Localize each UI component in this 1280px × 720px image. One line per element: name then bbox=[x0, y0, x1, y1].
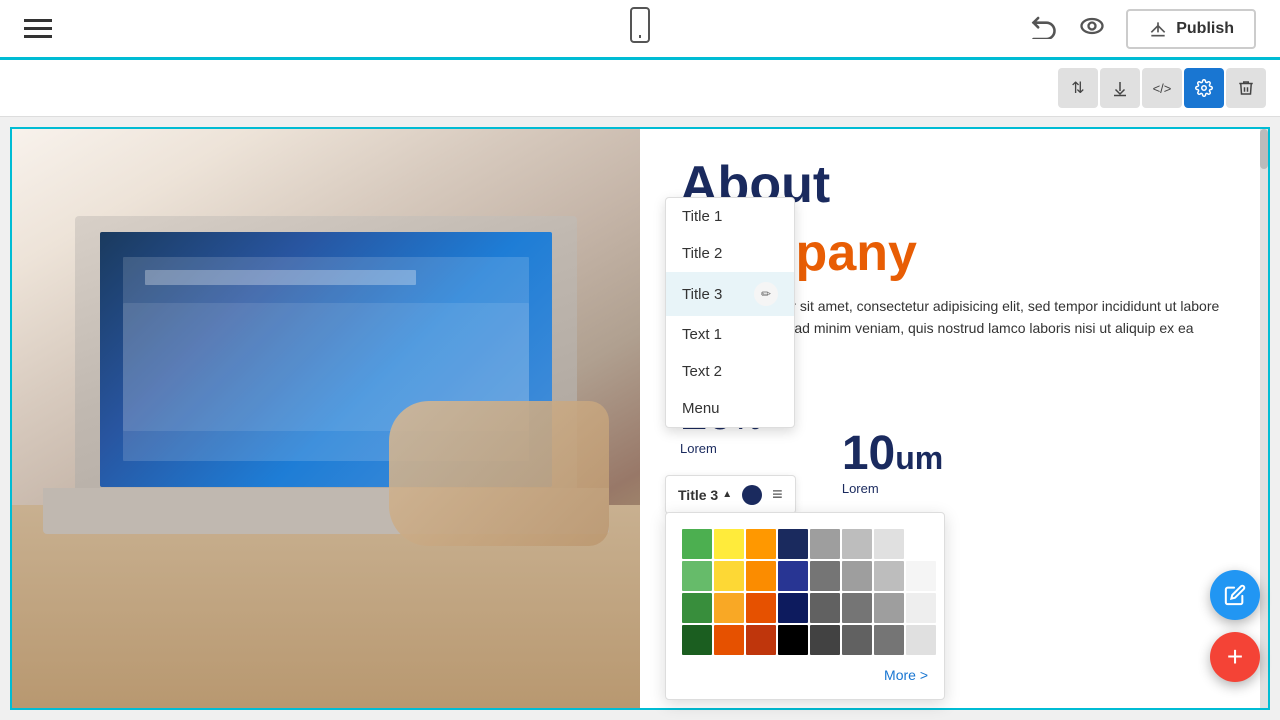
color-cell-23[interactable] bbox=[906, 593, 936, 623]
dropdown-label-menu: Menu bbox=[682, 400, 720, 417]
color-picker-panel: More > bbox=[665, 512, 945, 700]
color-cell-3[interactable] bbox=[778, 529, 808, 559]
dropdown-label-title3: Title 3 bbox=[682, 286, 722, 303]
stat-number-2: 10um bbox=[842, 426, 943, 481]
color-cell-28[interactable] bbox=[810, 625, 840, 655]
header: Publish bbox=[0, 0, 1280, 60]
download-button[interactable] bbox=[1100, 68, 1140, 108]
color-circle-button[interactable] bbox=[742, 485, 762, 505]
color-cell-12[interactable] bbox=[810, 561, 840, 591]
dropdown-item-title1[interactable]: Title 1 bbox=[666, 198, 794, 235]
publish-button[interactable]: Publish bbox=[1126, 9, 1256, 49]
color-cell-20[interactable] bbox=[810, 593, 840, 623]
color-cell-7[interactable] bbox=[906, 529, 936, 559]
caret-up-icon: ▲ bbox=[722, 489, 732, 500]
title3-bottom-toolbar: Title 3 ▲ ≡ bbox=[665, 475, 796, 514]
header-left bbox=[24, 19, 52, 38]
color-cell-30[interactable] bbox=[874, 625, 904, 655]
color-cell-15[interactable] bbox=[906, 561, 936, 591]
mobile-preview-icon[interactable] bbox=[625, 7, 655, 50]
about-section: About Company Lorem ipsum dolor sit amet… bbox=[12, 129, 1268, 708]
title3-selector[interactable]: Title 3 ▲ bbox=[678, 487, 732, 503]
color-cell-22[interactable] bbox=[874, 593, 904, 623]
main-area: About Company Lorem ipsum dolor sit amet… bbox=[0, 117, 1280, 720]
color-cell-6[interactable] bbox=[874, 529, 904, 559]
header-center bbox=[625, 7, 655, 50]
color-cell-16[interactable] bbox=[682, 593, 712, 623]
publish-label: Publish bbox=[1176, 20, 1234, 38]
color-cell-9[interactable] bbox=[714, 561, 744, 591]
preview-eye-icon[interactable] bbox=[1078, 12, 1106, 45]
element-toolbar: ⇅ </> bbox=[0, 60, 1280, 117]
color-cell-1[interactable] bbox=[714, 529, 744, 559]
color-cell-5[interactable] bbox=[842, 529, 872, 559]
dropdown-label-title1: Title 1 bbox=[682, 208, 722, 225]
scrollbar-thumb[interactable] bbox=[1260, 129, 1268, 169]
color-cell-19[interactable] bbox=[778, 593, 808, 623]
color-cell-18[interactable] bbox=[746, 593, 776, 623]
color-cell-25[interactable] bbox=[714, 625, 744, 655]
edit-pencil-icon[interactable]: ✏ bbox=[754, 282, 778, 306]
stat-label-2: Lorem bbox=[842, 481, 943, 496]
dropdown-label-text1: Text 1 bbox=[682, 326, 722, 343]
fab-add-button[interactable]: + bbox=[1210, 632, 1260, 682]
color-grid bbox=[682, 529, 928, 655]
scrollbar[interactable] bbox=[1260, 129, 1268, 708]
dropdown-label-text2: Text 2 bbox=[682, 363, 722, 380]
color-cell-24[interactable] bbox=[682, 625, 712, 655]
dropdown-item-title3[interactable]: Title 3 ✏ bbox=[666, 272, 794, 316]
selected-style-label: Title 3 bbox=[678, 487, 718, 503]
color-cell-21[interactable] bbox=[842, 593, 872, 623]
style-dropdown-menu: Title 1 Title 2 Title 3 ✏ Text 1 Text 2 … bbox=[665, 197, 795, 428]
canvas: About Company Lorem ipsum dolor sit amet… bbox=[10, 127, 1270, 710]
stat-label-1: Lorem bbox=[680, 441, 762, 456]
color-cell-14[interactable] bbox=[874, 561, 904, 591]
color-cell-26[interactable] bbox=[746, 625, 776, 655]
color-cell-31[interactable] bbox=[906, 625, 936, 655]
more-colors-link[interactable]: More > bbox=[682, 667, 928, 683]
stat-item-2: 10um Lorem bbox=[842, 426, 943, 496]
dropdown-item-text2[interactable]: Text 2 bbox=[666, 353, 794, 390]
color-cell-17[interactable] bbox=[714, 593, 744, 623]
fab-edit-button[interactable] bbox=[1210, 570, 1260, 620]
dropdown-item-menu[interactable]: Menu bbox=[666, 390, 794, 427]
color-cell-8[interactable] bbox=[682, 561, 712, 591]
hamburger-menu-icon[interactable] bbox=[24, 19, 52, 38]
color-cell-13[interactable] bbox=[842, 561, 872, 591]
dropdown-item-title2[interactable]: Title 2 bbox=[666, 235, 794, 272]
dropdown-item-text1[interactable]: Text 1 bbox=[666, 316, 794, 353]
undo-icon[interactable] bbox=[1030, 11, 1058, 46]
color-cell-4[interactable] bbox=[810, 529, 840, 559]
dropdown-label-title2: Title 2 bbox=[682, 245, 722, 262]
move-button[interactable]: ⇅ bbox=[1058, 68, 1098, 108]
color-cell-27[interactable] bbox=[778, 625, 808, 655]
about-image bbox=[12, 129, 640, 708]
color-cell-0[interactable] bbox=[682, 529, 712, 559]
code-button[interactable]: </> bbox=[1142, 68, 1182, 108]
header-right: Publish bbox=[1030, 9, 1256, 49]
color-cell-2[interactable] bbox=[746, 529, 776, 559]
color-cell-11[interactable] bbox=[778, 561, 808, 591]
text-align-icon[interactable]: ≡ bbox=[772, 484, 783, 505]
laptop-image bbox=[12, 129, 640, 708]
settings-button[interactable] bbox=[1184, 68, 1224, 108]
color-cell-29[interactable] bbox=[842, 625, 872, 655]
delete-button[interactable] bbox=[1226, 68, 1266, 108]
color-cell-10[interactable] bbox=[746, 561, 776, 591]
